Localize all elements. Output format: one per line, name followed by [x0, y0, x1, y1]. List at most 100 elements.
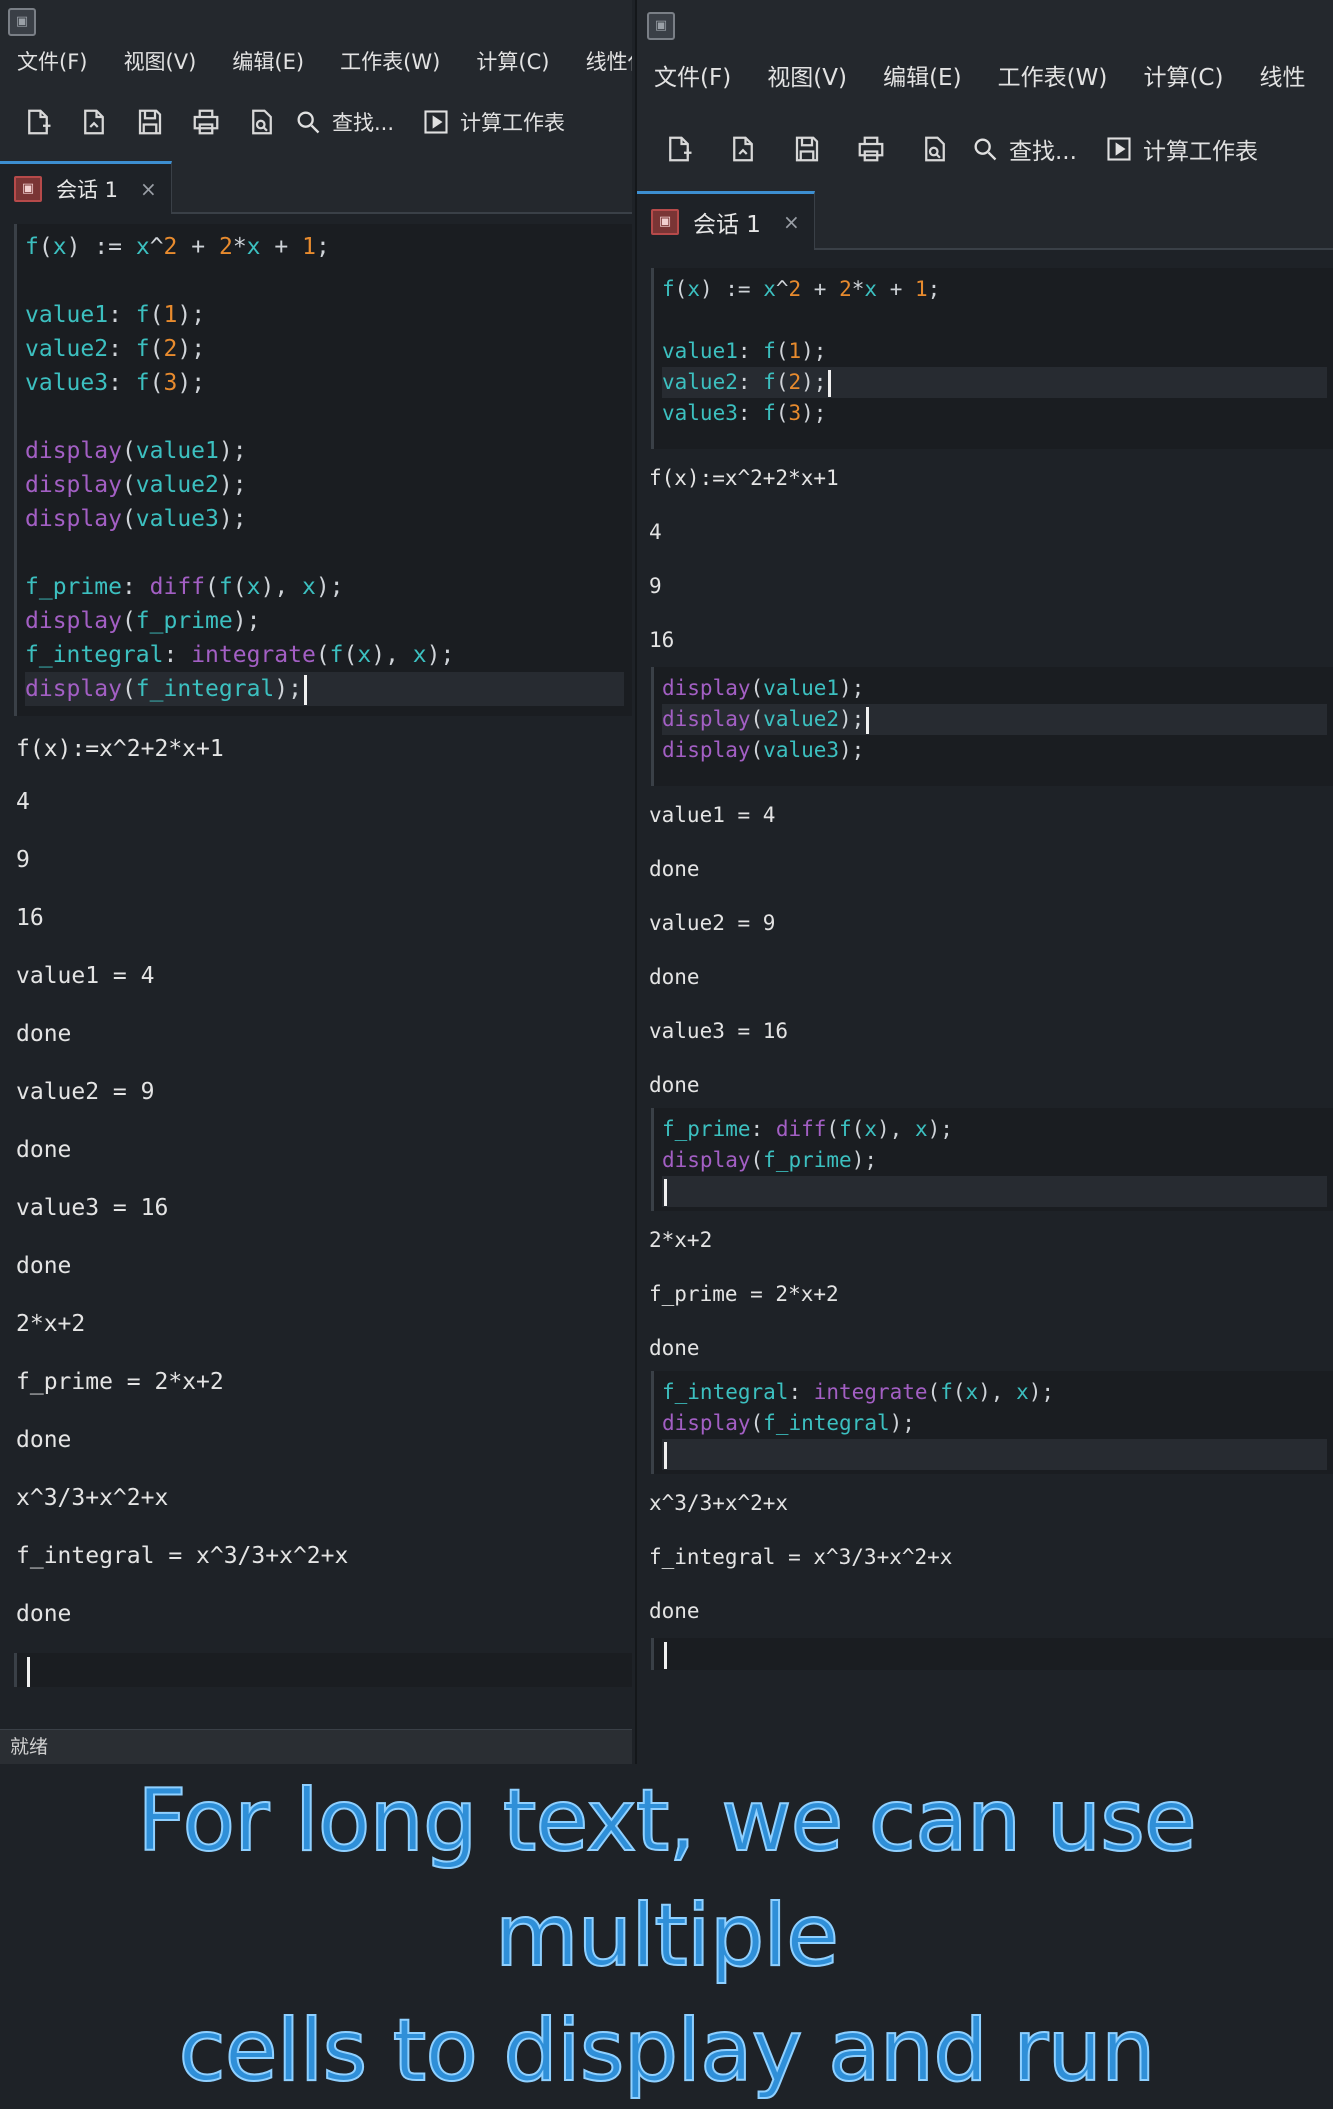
tab-session-1[interactable]: ▣ 会话 1 ×: [637, 191, 815, 250]
compute-label: 计算工作表: [460, 111, 566, 135]
compute-worksheet-button[interactable]: 计算工作表: [1105, 132, 1258, 166]
save-icon[interactable]: [779, 125, 835, 173]
output-line: f_integral = x^3/3+x^2+x: [649, 1545, 953, 1569]
save-icon[interactable]: [126, 98, 174, 146]
output-line: 4: [649, 520, 662, 544]
text-cursor: [828, 369, 832, 397]
menu-view[interactable]: 视图(V): [767, 50, 847, 106]
menu-worksheet[interactable]: 工作表(W): [998, 50, 1108, 106]
output-line: done: [16, 1137, 72, 1163]
menu-bar: 文件(F) 视图(V) 编辑(E) 工作表(W) 计算(C) 线性: [637, 50, 1333, 106]
output-line: value2 = 9: [16, 1079, 155, 1105]
menu-edit[interactable]: 编辑(E): [883, 50, 961, 106]
caption-line-2: cells to display and run: [177, 2000, 1156, 2102]
output-line: done: [16, 1427, 72, 1453]
menu-file[interactable]: 文件(F): [654, 50, 731, 106]
search-icon: [974, 138, 997, 161]
text-cursor: [303, 674, 307, 705]
menu-linear-algebra[interactable]: 线性: [1260, 50, 1306, 106]
output-line: value3 = 16: [16, 1195, 169, 1221]
print-preview-icon[interactable]: [238, 98, 286, 146]
menu-file[interactable]: 文件(F): [17, 42, 87, 82]
caption-line-1: For long text, we can use multiple: [136, 1770, 1198, 1987]
output-line: value3 = 16: [649, 1019, 789, 1043]
menu-compute[interactable]: 计算(C): [1143, 50, 1223, 106]
toolbar: 查找... 计算工作表: [0, 82, 632, 162]
search-icon: [297, 111, 320, 134]
output-line: f_prime = 2*x+2: [16, 1369, 224, 1395]
title-bar: ▣: [0, 0, 632, 42]
output-line: done: [649, 857, 700, 881]
text-cursor: [866, 706, 870, 734]
app-icon: ▣: [8, 8, 36, 36]
status-bar: 就绪: [0, 1729, 632, 1764]
print-preview-icon[interactable]: [907, 125, 963, 173]
compute-worksheet-button[interactable]: 计算工作表: [422, 107, 565, 137]
output-line: done: [649, 1073, 700, 1097]
output-line: done: [16, 1021, 72, 1047]
menu-compute[interactable]: 计算(C): [476, 42, 549, 82]
text-cursor: [27, 1657, 30, 1687]
output-line: done: [649, 1336, 700, 1360]
find-button[interactable]: 查找...: [294, 107, 394, 137]
new-file-icon[interactable]: [651, 125, 707, 173]
menu-linear-algebra[interactable]: 线性代: [586, 42, 632, 82]
empty-code-cell[interactable]: [14, 1653, 632, 1687]
text-cursor: [664, 1178, 667, 1206]
output-line: 9: [649, 574, 662, 598]
output-line: value1 = 4: [649, 803, 776, 827]
app-icon: ▣: [647, 12, 675, 40]
menu-worksheet[interactable]: 工作表(W): [340, 42, 440, 82]
output-line: f_prime = 2*x+2: [649, 1282, 839, 1306]
open-file-icon[interactable]: [715, 125, 771, 173]
menu-view[interactable]: 视图(V): [124, 42, 197, 82]
output-line: value2 = 9: [649, 911, 776, 935]
menu-edit[interactable]: 编辑(E): [232, 42, 304, 82]
find-button[interactable]: 查找...: [971, 132, 1077, 166]
text-cursor: [664, 1642, 667, 1669]
left-window: ▣ 文件(F) 视图(V) 编辑(E) 工作表(W) 计算(C) 线性代 查找.…: [0, 0, 632, 1764]
play-icon: [1107, 137, 1131, 161]
output-line: 16: [16, 905, 44, 931]
output-line: done: [16, 1601, 72, 1627]
output-line: done: [649, 1599, 700, 1623]
print-icon[interactable]: [843, 125, 899, 173]
tab-bar: ▣ 会话 1 ×: [0, 161, 632, 214]
title-bar: ▣: [637, 0, 1333, 50]
output-line: 2*x+2: [649, 1228, 713, 1252]
close-icon[interactable]: ×: [140, 177, 157, 201]
tab-label: 会话 1: [693, 212, 761, 238]
tab-label: 会话 1: [56, 178, 119, 202]
open-file-icon[interactable]: [70, 98, 118, 146]
code-cell[interactable]: f_prime: diff(f(x), x); display(f_prime)…: [651, 1108, 1333, 1211]
play-icon: [424, 110, 448, 134]
output-line: 9: [16, 847, 30, 873]
print-icon[interactable]: [182, 98, 230, 146]
code-cell[interactable]: f(x) := x^2 + 2*x + 1; value1: f(1); val…: [651, 268, 1333, 449]
right-window: ▣ 文件(F) 视图(V) 编辑(E) 工作表(W) 计算(C) 线性 查找..…: [635, 0, 1333, 1764]
compute-label: 计算工作表: [1142, 139, 1258, 165]
new-file-icon[interactable]: [14, 98, 62, 146]
text-cursor: [664, 1441, 667, 1469]
output-line: f(x):=x^2+2*x+1: [16, 736, 224, 762]
session-icon: ▣: [14, 176, 42, 202]
session-icon: ▣: [651, 209, 679, 235]
output-line: done: [649, 965, 700, 989]
output-line: done: [16, 1253, 72, 1279]
code-cell[interactable]: display(value1); display(value2); displa…: [651, 667, 1333, 786]
output-line: f(x):=x^2+2*x+1: [649, 466, 839, 490]
output-line: 16: [649, 628, 675, 652]
find-label: 查找...: [332, 111, 395, 135]
find-label: 查找...: [1009, 139, 1077, 165]
code-cell[interactable]: f_integral: integrate(f(x), x); display(…: [651, 1371, 1333, 1474]
close-icon[interactable]: ×: [783, 210, 800, 234]
code-cell[interactable]: f(x) := x^2 + 2*x + 1; value1: f(1); val…: [14, 224, 632, 716]
toolbar: 查找... 计算工作表: [637, 106, 1333, 192]
output-line: x^3/3+x^2+x: [16, 1485, 169, 1511]
tab-bar: ▣ 会话 1 ×: [637, 191, 1333, 250]
tab-session-1[interactable]: ▣ 会话 1 ×: [0, 161, 172, 214]
empty-code-cell[interactable]: [651, 1638, 1333, 1670]
output-line: 2*x+2: [16, 1311, 86, 1337]
caption-banner: For long text, we can use multiple cells…: [0, 1764, 1333, 2102]
output-line: x^3/3+x^2+x: [649, 1491, 789, 1515]
